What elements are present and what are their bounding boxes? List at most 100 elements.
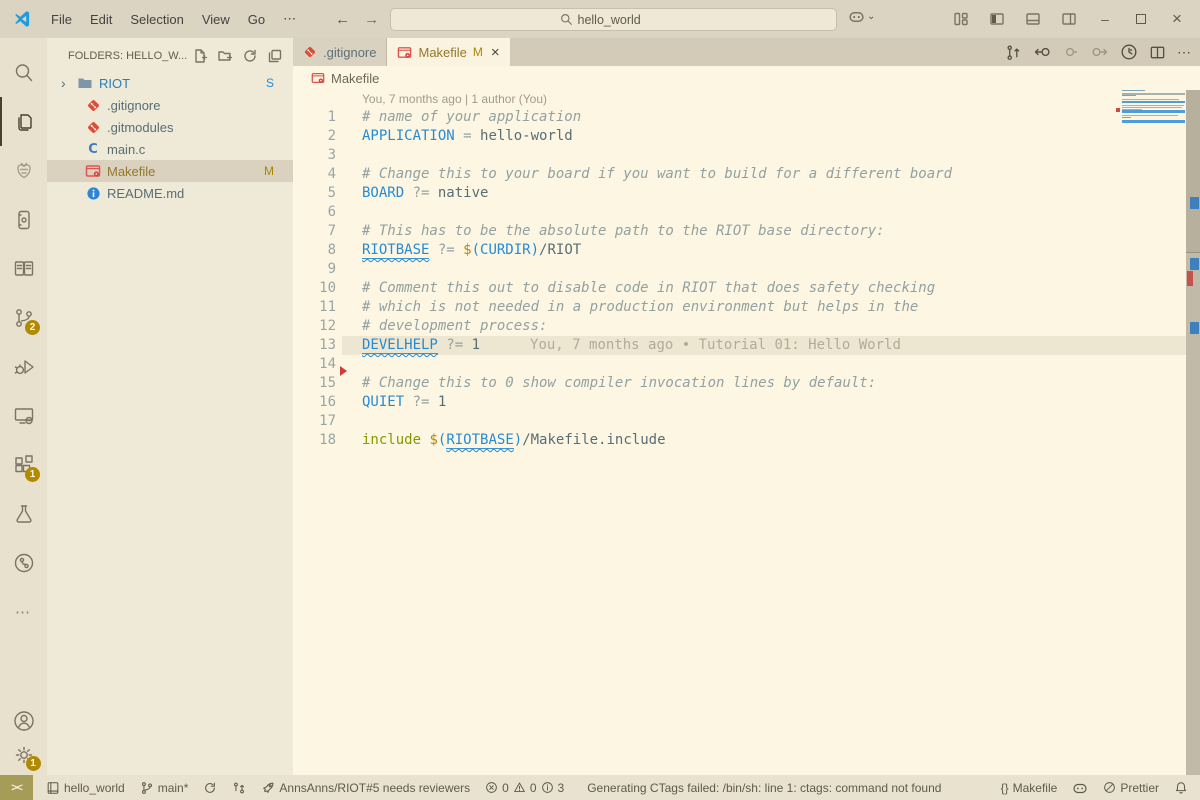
command-center-search[interactable] [390,8,837,31]
git-branch-icon [140,781,154,795]
collapse-all-icon[interactable] [267,48,283,64]
line-number: 6 [293,203,336,222]
code-line: 4# Change this to your board if you want… [293,165,1200,184]
activity-gitlens[interactable] [0,538,47,587]
timeline-clock-icon[interactable] [1120,43,1138,61]
toggle-secondary-sidebar-icon[interactable] [1056,6,1082,32]
line-number: 17 [293,412,336,431]
customize-layout-icon[interactable] [948,6,974,32]
next-change-icon[interactable] [1091,43,1109,61]
info-file-icon [83,186,103,201]
code-line: 13DEVELHELP ?= 1You, 7 months ago • Tuto… [293,336,1200,355]
breadcrumb-item[interactable]: Makefile [331,71,379,86]
status-copilot[interactable] [1072,780,1088,796]
status-workspace[interactable]: hello_world [46,781,125,795]
activity-source-control[interactable]: 2 [0,293,47,342]
menu-edit[interactable]: Edit [81,8,121,31]
menu-go[interactable]: Go [239,8,274,31]
menu-view[interactable]: View [193,8,239,31]
line-number: 14 [293,355,336,374]
tree-item-label: Makefile [107,164,264,179]
tab-gitignore[interactable]: .gitignore [293,38,387,66]
tree-item-label: RIOT [99,76,266,91]
refresh-icon[interactable] [242,48,258,64]
code-line: 11# which is not needed in a production … [293,298,1200,317]
activity-serial-monitor[interactable] [0,195,47,244]
menu-file[interactable]: File [42,8,81,31]
tree-item-gitignore[interactable]: .gitignore [47,94,293,116]
tab-close-icon[interactable]: × [491,44,500,61]
more-actions-icon[interactable]: ⋯ [1177,44,1192,61]
tab-makefile[interactable]: Makefile M × [387,38,509,66]
status-problems[interactable]: 0 0 3 [485,781,564,795]
tree-item-gitmodules[interactable]: .gitmodules [47,116,293,138]
activity-raspberry-pi[interactable] [0,146,47,195]
line-number: 12 [293,317,336,336]
nav-forward-icon[interactable]: → [364,11,379,28]
line-number: 8 [293,241,336,260]
activity-docs-reader[interactable] [0,244,47,293]
status-message: Generating CTags failed: /bin/sh: line 1… [587,781,941,795]
toggle-panel-icon[interactable] [1020,6,1046,32]
split-editor-icon[interactable] [1149,44,1166,61]
tree-item-makefile[interactable]: Makefile M [47,160,293,182]
status-bar: >< hello_world main* AnnsAnns/RIOT#5 nee… [0,775,1200,800]
file-tree: › RIOT S .gitignore .gitmodules [47,72,293,204]
previous-change-icon[interactable] [1033,43,1051,61]
scrollbar-thumb[interactable] [1186,90,1200,253]
toggle-sidebar-icon[interactable] [984,6,1010,32]
activity-explorer[interactable] [0,97,47,146]
blame-header: You, 7 months ago | 1 author (You) [293,90,1200,108]
line-number: 10 [293,279,336,298]
scrollbar-overview-ruler[interactable] [1186,90,1200,775]
status-git-compare[interactable] [232,781,246,795]
notifications-bell[interactable] [1174,781,1188,795]
beaker-icon [12,502,36,526]
window-close-button[interactable]: × [1164,6,1190,32]
new-folder-icon[interactable] [217,48,233,64]
code-line: 15# Change this to 0 show compiler invoc… [293,374,1200,393]
ruler-error-marker [1187,271,1193,286]
account-button[interactable] [12,709,36,733]
nav-back-icon[interactable]: ← [335,11,350,28]
chevron-down-icon: ⌄ [867,11,875,22]
tree-item-riot[interactable]: › RIOT S [47,72,293,94]
activity-testing[interactable] [0,489,47,538]
breadcrumb[interactable]: Makefile [293,66,1200,90]
code-line: 10# Comment this out to disable code in … [293,279,1200,298]
activity-more[interactable]: ⋯ [0,587,47,636]
settings-button[interactable]: 1 [12,743,36,767]
change-icon[interactable] [1062,43,1080,61]
status-branch[interactable]: main* [140,781,189,795]
extensions-badge: 1 [25,467,40,482]
status-pr[interactable]: AnnsAnns/RIOT#5 needs reviewers [261,781,470,795]
tree-item-mainc[interactable]: C main.c [47,138,293,160]
git-compare-icon[interactable] [1005,44,1022,61]
status-formatter[interactable]: Prettier [1103,781,1159,795]
window-maximize-button[interactable] [1128,6,1154,32]
new-file-icon[interactable] [192,48,208,64]
line-number: 18 [293,431,336,450]
code-line: 16QUIET ?= 1 [293,393,1200,412]
code-line: 2APPLICATION = hello-world [293,127,1200,146]
activity-search[interactable] [0,48,47,97]
status-sync[interactable] [203,781,217,795]
error-icon [485,781,498,794]
menu-more[interactable]: ⋯ [274,7,307,31]
activity-run-debug[interactable] [0,342,47,391]
code-editor[interactable]: You, 7 months ago | 1 author (You) 1# na… [293,90,1200,775]
remote-indicator[interactable]: >< [0,775,33,800]
tree-item-readme[interactable]: README.md [47,182,293,204]
tree-item-label: .gitignore [107,98,293,113]
menu-selection[interactable]: Selection [121,8,192,31]
account-icon [12,709,36,733]
search-input[interactable] [578,13,668,27]
inline-blame: You, 7 months ago • Tutorial 01: Hello W… [530,337,901,353]
activity-extensions[interactable]: 1 [0,440,47,489]
tab-bar: .gitignore Makefile M × ⋯ [293,38,1200,66]
status-language[interactable]: {} Makefile [1001,781,1058,795]
copilot-menu[interactable]: ⌄ [848,8,875,25]
window-minimize-button[interactable]: – [1092,6,1118,32]
minimap[interactable] [1122,90,1185,123]
activity-remote-explorer[interactable] [0,391,47,440]
